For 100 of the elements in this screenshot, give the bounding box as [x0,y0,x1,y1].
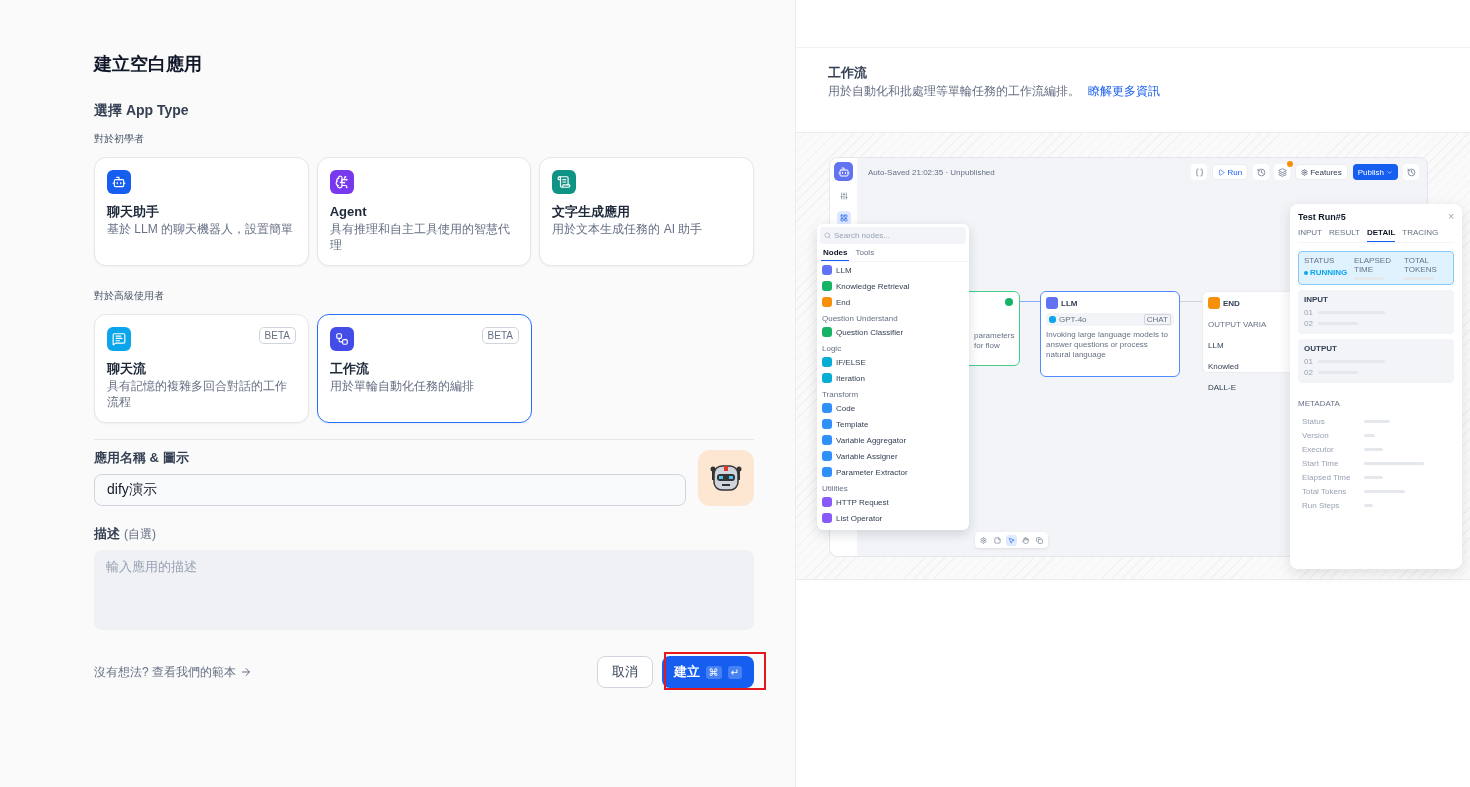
layers-icon [1277,167,1287,177]
panel-tab[interactable]: DETAIL [1366,228,1396,242]
template-link[interactable]: 沒有想法? 查看我們的範本 [94,663,252,681]
panel-tab[interactable]: INPUT [1298,228,1322,242]
workflow-icon [335,332,349,346]
status-label: ELAPSED TIME [1354,256,1392,274]
menu-tab[interactable]: Nodes [821,246,850,261]
group-label: 對於初學者 [94,132,145,146]
status-label: STATUS [1304,256,1336,265]
app-type-card[interactable]: Agent 具有推理和自主工具使用的智慧代理 [316,157,532,266]
node-menu-item[interactable]: Variable Assigner [817,448,969,464]
app-type-card[interactable]: 聊天助手 基於 LLM 的聊天機器人，設置簡單 [94,157,309,266]
shortcut-key: ↵ [727,665,742,679]
card-description: 具有記憶的複雜多回合對話的工作流程 [107,378,288,410]
create-button[interactable]: 建立 ⌘ ↵ [661,656,754,688]
group-label: 對於高級使用者 [94,289,165,303]
node-menu-item[interactable]: Iteration [817,370,969,386]
metadata-label: Status [1302,416,1326,426]
brain-icon [334,175,349,189]
chevron-down-icon [1386,168,1393,176]
node-menu-item[interactable]: LLM [817,262,969,278]
search-field[interactable]: Search nodes... [820,227,966,244]
node-search-field[interactable]: Search nodes... [834,231,944,240]
pointer-icon[interactable] [1006,534,1017,546]
copy-icon[interactable] [1034,534,1045,546]
section-heading: 選擇 App Type [94,101,190,120]
status-value: RUNNING [1310,268,1348,277]
shortcut-key: ⌘ [705,665,722,679]
history-icon[interactable] [1253,164,1270,180]
section-title: INPUT [1304,295,1329,304]
dialog-title: 建立空白應用 [94,53,203,76]
field-label: 應用名稱 & 圖示 [94,449,190,467]
cancel-button[interactable]: 取消 [596,656,653,688]
node-menu-item[interactable]: Code [817,400,969,416]
history-icon[interactable] [1403,164,1419,180]
app-type-card[interactable]: 工作流 用於單輪自動化任務的編排 BETA [317,314,532,423]
row-number: 01 [1304,357,1313,366]
checklist-button[interactable] [1274,164,1291,180]
output-variable: Knowled [1208,362,1239,371]
row-number: 02 [1304,368,1313,377]
mode-tag: CHAT [1143,314,1171,325]
metadata-label: Executor [1302,444,1335,454]
node-menu-item[interactable]: Question Classifier [817,324,969,340]
node-menu-item[interactable]: Parameter Extractor [817,464,969,480]
play-icon [1218,168,1226,176]
status-label: TOTAL TOKENS [1404,256,1438,274]
panel-title: Test Run#5 [1298,211,1346,222]
menu-group-label: Question Understand [821,313,899,324]
card-description: 基於 LLM 的聊天機器人，設置簡單 [107,221,294,237]
node-menu-item[interactable]: Knowledge Retrieval [817,278,969,294]
output-variable: DALL-E [1208,383,1236,392]
app-type-card[interactable]: 聊天流 具有記憶的複雜多回合對話的工作流程 BETA [94,314,309,423]
preview-description: 用於自動化和批處理等單輪任務的工作流編排。 [828,84,1080,98]
learn-more-link[interactable]: 瞭解更多資訊 [1088,84,1160,98]
card-description: 具有推理和自主工具使用的智慧代理 [329,221,511,253]
description-field[interactable]: 輸入應用的描述 [94,550,754,630]
optional-hint: (自選) [124,527,156,541]
app-type-card[interactable]: 文字生成應用 用於文本生成任務的 AI 助手 [539,157,754,266]
panel-tab[interactable]: TRACING [1402,228,1439,242]
run-button[interactable]: Run [1212,164,1249,180]
model-name: GPT-4o [1059,314,1087,325]
message-icon [112,332,126,346]
node-description: parameters for flow [974,331,1016,351]
section-title: OUTPUT [1304,344,1338,353]
node-description: Invoking large language models to answer questions or process natural language [1046,330,1169,360]
features-button[interactable]: Features [1295,164,1348,180]
node-icon [1208,297,1220,309]
publish-button[interactable]: Publish [1352,164,1398,180]
card-title: 聊天助手 [107,203,160,221]
hand-icon[interactable] [1020,534,1031,546]
note-icon[interactable] [992,534,1003,546]
field-label: 描述 [94,526,120,541]
notification-dot [1287,161,1294,167]
node-menu-item[interactable]: IF/ELSE [817,354,969,370]
metadata-label: Total Tokens [1302,486,1348,496]
panel-tab[interactable]: RESULT [1329,228,1360,242]
node-menu-item[interactable]: Template [817,416,969,432]
metadata-label: Version [1302,430,1330,440]
beta-badge: BETA [481,327,519,344]
bot-icon [112,175,126,189]
connector-line [1020,301,1040,302]
node-menu-item[interactable]: Variable Aggregator [817,432,969,448]
menu-group-label: Logic [821,343,843,354]
node-menu-item[interactable]: HTTP Request [817,494,969,510]
output-variable: LLM [1208,341,1224,350]
node-menu-item[interactable]: End [817,294,969,310]
app-name-field[interactable]: dify演示 [94,474,686,506]
card-description: 用於單輪自動化任務的編排 [330,378,475,394]
metadata-label: Elapsed Time [1302,472,1352,482]
node-icon [1046,297,1058,309]
output-label: OUTPUT VARIA [1208,320,1267,329]
menu-tab[interactable]: Tools [853,246,877,261]
node-menu-item[interactable]: List Operator [817,510,969,526]
app-icon-button[interactable] [698,450,754,506]
row-number: 01 [1304,308,1313,317]
card-title: 文字生成應用 [552,203,632,221]
menu-group-label: Transform [821,389,860,400]
arrow-icon [240,666,252,678]
settings-icon [1301,168,1309,176]
card-title: 工作流 [330,360,370,378]
